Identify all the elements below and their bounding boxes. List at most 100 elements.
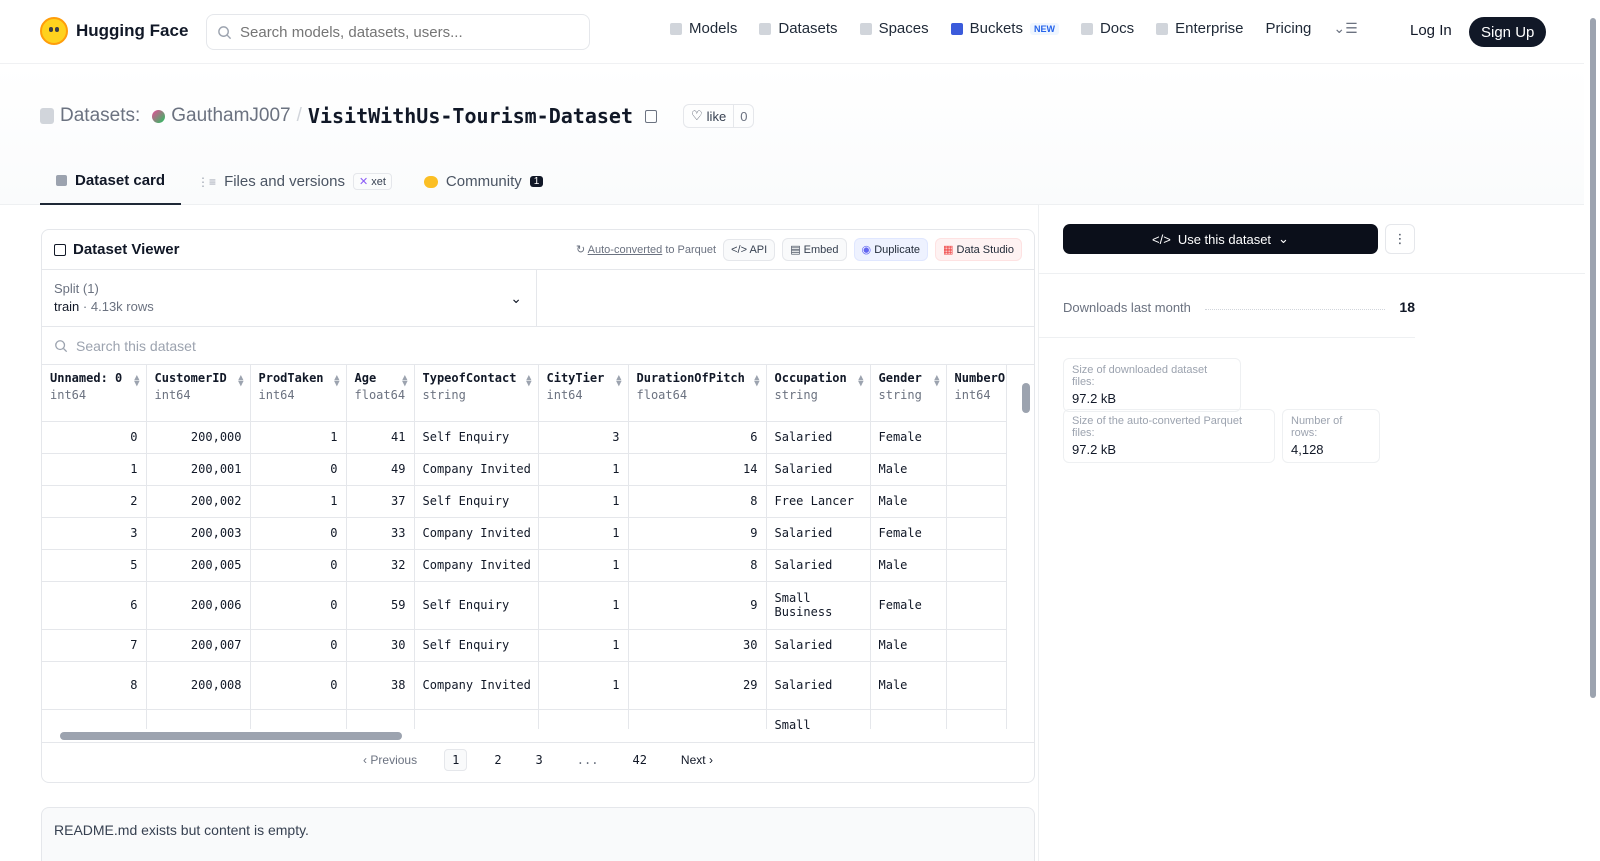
table-cell [946,709,1007,729]
page-2-button[interactable]: 2 [487,750,508,770]
rows-stat: Number of rows: 4,128 [1282,409,1380,463]
column-header[interactable]: CustomerID int64 ▲ ▼ [146,365,251,422]
files-icon: ⋮≡ [197,174,217,189]
nav-buckets[interactable]: Buckets NEW [950,20,1059,37]
nav-datasets[interactable]: Datasets [759,20,838,37]
column-header[interactable]: Age float64 ▲ ▼ [346,365,415,422]
signup-button[interactable]: Sign Up [1469,17,1547,47]
nav-spaces-label: Spaces [878,20,929,37]
table-row[interactable]: 5 200,005 0 32 Company Invited 1 8 Salaried Male [42,549,1007,582]
like-button[interactable]: ♡ like 0 [683,104,755,128]
viewer-tools: ↻ Auto-converted to Parquet </> API ▤ Em… [576,238,1022,261]
more-options-button[interactable]: ⋮ [1385,224,1415,254]
sort-icon[interactable]: ▲ ▼ [934,374,939,389]
pagination: ‹ Previous 1 2 3 ... 42 Next › [42,743,1034,777]
nav-spaces[interactable]: Spaces [859,20,929,37]
page-3-button[interactable]: 3 [529,750,550,770]
table-row[interactable]: 3 200,003 0 33 Company Invited 1 9 Salaried Fema… [42,517,1007,550]
heart-icon: ♡ [691,108,703,123]
page-scrollbar[interactable] [1586,0,1600,861]
column-header[interactable]: ProdTaken int64 ▲ ▼ [250,365,347,422]
global-search[interactable] [206,14,590,50]
embed-icon: ▤ [790,244,801,256]
nav-models[interactable]: Models [670,20,737,37]
owner-link[interactable]: GauthamJ007 [171,105,290,127]
previous-page-button[interactable]: ‹ Previous [356,750,424,770]
column-name: Gender [878,371,922,385]
table-cell: Company Invited [414,517,539,550]
embed-button[interactable]: ▤ Embed [782,238,847,261]
nav-pricing[interactable]: Pricing [1266,20,1312,37]
table-row[interactable]: 1 200,001 0 49 Company Invited 1 14 Salaried Mal… [42,453,1007,486]
page-1-button[interactable]: 1 [444,749,468,771]
vertical-scrollbar[interactable] [1022,365,1030,729]
table-cell: 200,000 [146,421,251,454]
table-cell: 8 [628,485,767,518]
dataset-header: Datasets: GauthamJ007 / VisitWithUs-Tour… [0,64,1584,205]
horizontal-scroll-thumb[interactable] [60,732,402,740]
brand-link[interactable]: Hugging Face [40,17,188,45]
table-cell: 1 [538,549,629,582]
login-link[interactable]: Log In [1410,22,1452,39]
table-cell: 0 [250,453,347,486]
table-row[interactable]: Small [42,709,1007,729]
global-search-input[interactable] [240,23,570,41]
sort-icon[interactable]: ▲ ▼ [334,374,339,389]
sort-icon[interactable]: ▲ ▼ [858,374,863,389]
table-cell: Company Invited [414,453,539,486]
breadcrumb-section[interactable]: Datasets: [60,105,140,127]
split-name: train [54,299,80,314]
split-value: train · 4.13k rows [54,299,154,314]
sort-icon[interactable]: ▲ ▼ [754,374,759,389]
table-cell: 30 [346,629,415,662]
table-cell: 33 [346,517,415,550]
column-header[interactable]: Occupation string ▲ ▼ [766,365,871,422]
table-cell: 9 [628,517,767,550]
next-page-button[interactable]: Next › [674,750,720,770]
column-header[interactable]: Unnamed: 0 int64 ▲ ▼ [42,365,147,422]
datasets-icon [759,22,772,35]
nav-docs[interactable]: Docs [1080,20,1134,37]
column-header[interactable]: DurationOfPitch float64 ▲ ▼ [628,365,767,422]
table-cell [538,709,629,729]
tab-files-and-versions[interactable]: ⋮≡ Files and versions ✕ xet [181,158,408,205]
duplicate-button[interactable]: ◉ Duplicate [853,238,929,261]
table-row[interactable]: 8 200,008 0 38 Company Invited 1 29 Salaried Mal… [42,661,1007,710]
table-cell: Female [870,421,947,454]
column-header[interactable]: NumberO int64 [946,365,1007,422]
sort-icon[interactable]: ▲ ▼ [526,374,531,389]
data-studio-button[interactable]: ▦ Data Studio [935,238,1022,261]
column-header[interactable]: TypeofContact string ▲ ▼ [414,365,539,422]
api-button[interactable]: </> API [723,238,776,261]
page-42-button[interactable]: 42 [625,750,653,770]
table-cell: 200,008 [146,661,251,710]
table-row[interactable]: 2 200,002 1 37 Self Enquiry 1 8 Free Lancer Male [42,485,1007,518]
table-cell: 9 [628,581,767,630]
tab-community[interactable]: Community 1 [408,158,559,205]
page-scroll-thumb[interactable] [1590,18,1596,698]
sort-icon[interactable]: ▲ ▼ [134,374,139,389]
auto-converted-link[interactable]: Auto-converted [588,244,663,256]
sort-icon[interactable]: ▲ ▼ [238,374,243,389]
table-cell [42,709,147,729]
nav-enterprise[interactable]: Enterprise [1156,20,1244,37]
table-row[interactable]: 7 200,007 0 30 Self Enquiry 1 30 Salaried Male [42,629,1007,662]
copy-icon[interactable] [645,109,658,123]
horizontal-scrollbar[interactable] [42,729,1034,743]
dataset-name[interactable]: VisitWithUs-Tourism-Dataset [308,104,633,128]
table-cell [628,709,767,729]
sort-icon[interactable]: ▲ ▼ [402,374,407,389]
dataset-tabs: Dataset card ⋮≡ Files and versions ✕ xet C… [40,158,559,205]
use-this-dataset-button[interactable]: </> Use this dataset ⌄ [1063,224,1378,254]
tab-dataset-card[interactable]: Dataset card [40,158,182,205]
more-menu-icon[interactable]: ⌄☰ [1333,20,1357,37]
sort-icon[interactable]: ▲ ▼ [616,374,621,389]
column-header[interactable]: Gender string ▲ ▼ [870,365,947,422]
vertical-scroll-thumb[interactable] [1022,383,1030,413]
table-row[interactable]: 0 200,000 1 41 Self Enquiry 3 6 Salaried Female [42,421,1007,454]
dataset-search[interactable]: Search this dataset [42,327,1034,365]
split-dropdown[interactable]: Split (1) train · 4.13k rows ⌄ [42,270,537,326]
table-cell: 1 [538,453,629,486]
column-header[interactable]: CityTier int64 ▲ ▼ [538,365,629,422]
table-row[interactable]: 6 200,006 0 59 Self Enquiry 1 9 Small Business F… [42,581,1007,630]
